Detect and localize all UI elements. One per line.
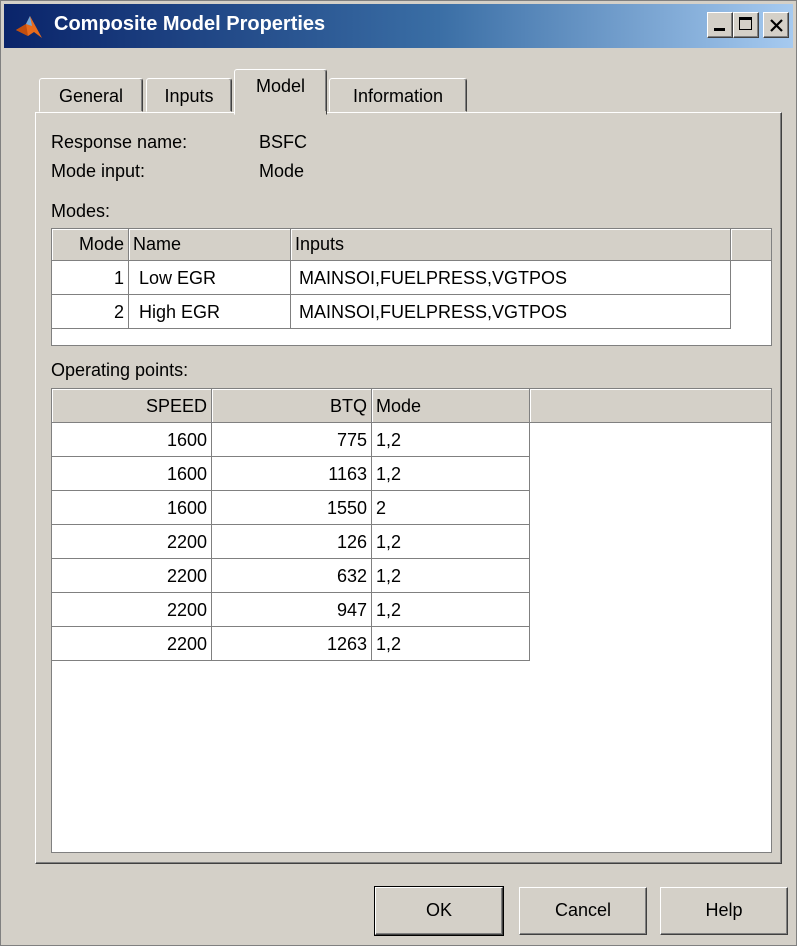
ops-cell-mode[interactable]: 1,2 — [372, 423, 530, 457]
maximize-button[interactable] — [733, 12, 759, 38]
modes-cell-mode[interactable]: 2 — [52, 295, 129, 329]
tab-information[interactable]: Information — [329, 78, 467, 112]
ops-cell-btq[interactable]: 775 — [212, 423, 372, 457]
modes-header-mode[interactable]: Mode — [52, 229, 129, 261]
tab-general-label: General — [58, 86, 124, 106]
cancel-button[interactable]: Cancel — [519, 887, 647, 935]
ops-cell-mode[interactable]: 1,2 — [372, 593, 530, 627]
matlab-logo-icon — [14, 12, 44, 42]
modes-header-name[interactable]: Name — [129, 229, 291, 261]
ops-cell-mode[interactable]: 1,2 — [372, 457, 530, 491]
ops-cell-speed[interactable]: 2200 — [52, 593, 212, 627]
modes-label: Modes: — [51, 201, 111, 221]
help-button[interactable]: Help — [660, 887, 788, 935]
minimize-button[interactable] — [707, 12, 733, 38]
tab-inputs-label: Inputs — [164, 86, 214, 106]
ops-cell-btq[interactable]: 1550 — [212, 491, 372, 525]
operating-points-label: Operating points: — [51, 360, 189, 380]
ops-cell-mode[interactable]: 2 — [372, 491, 530, 525]
modes-table[interactable]: Mode Name Inputs 1 Low EGR MAINSOI,FUELP… — [51, 228, 772, 346]
ops-cell-speed[interactable]: 1600 — [52, 491, 212, 525]
selected-tab-joint — [235, 111, 326, 114]
title-bar[interactable]: Composite Model Properties — [4, 4, 793, 48]
ops-header-btq[interactable]: BTQ — [212, 389, 372, 423]
ops-header-filler — [530, 389, 771, 423]
modes-header-filler — [731, 229, 771, 261]
ok-button[interactable]: OK — [374, 886, 504, 936]
ops-cell-speed[interactable]: 2200 — [52, 559, 212, 593]
mode-input-value: Mode — [259, 161, 305, 181]
ops-cell-speed[interactable]: 1600 — [52, 457, 212, 491]
mode-input-label: Mode input: — [51, 161, 146, 181]
tab-inputs[interactable]: Inputs — [146, 78, 232, 112]
response-name-label: Response name: — [51, 132, 188, 152]
ops-cell-speed[interactable]: 2200 — [52, 525, 212, 559]
tab-general[interactable]: General — [39, 78, 143, 112]
tab-model[interactable]: Model — [234, 69, 327, 115]
ops-cell-btq[interactable]: 126 — [212, 525, 372, 559]
ops-cell-mode[interactable]: 1,2 — [372, 559, 530, 593]
ops-cell-mode[interactable]: 1,2 — [372, 525, 530, 559]
operating-points-table[interactable]: SPEED BTQ Mode 1600 775 1,2 1600 1163 1,… — [51, 388, 772, 853]
ops-header-speed[interactable]: SPEED — [52, 389, 212, 423]
modes-cell-inputs[interactable]: MAINSOI,FUELPRESS,VGTPOS — [291, 261, 731, 295]
modes-cell-mode[interactable]: 1 — [52, 261, 129, 295]
close-icon — [770, 19, 783, 32]
ops-cell-btq[interactable]: 947 — [212, 593, 372, 627]
ops-cell-btq[interactable]: 632 — [212, 559, 372, 593]
modes-cell-inputs[interactable]: MAINSOI,FUELPRESS,VGTPOS — [291, 295, 731, 329]
modes-header-inputs[interactable]: Inputs — [291, 229, 731, 261]
modes-cell-name[interactable]: High EGR — [129, 295, 291, 329]
window-title: Composite Model Properties — [54, 13, 326, 35]
response-name-value: BSFC — [259, 132, 308, 152]
ops-cell-btq[interactable]: 1263 — [212, 627, 372, 661]
ops-cell-speed[interactable]: 1600 — [52, 423, 212, 457]
ops-cell-speed[interactable]: 2200 — [52, 627, 212, 661]
ops-header-mode[interactable]: Mode — [372, 389, 530, 423]
tab-model-label: Model — [255, 76, 306, 96]
dialog-window: Composite Model Properties General Input… — [0, 0, 797, 946]
ops-cell-mode[interactable]: 1,2 — [372, 627, 530, 661]
close-button[interactable] — [763, 12, 789, 38]
ops-cell-btq[interactable]: 1163 — [212, 457, 372, 491]
tab-information-label: Information — [352, 86, 444, 106]
modes-cell-name[interactable]: Low EGR — [129, 261, 291, 295]
